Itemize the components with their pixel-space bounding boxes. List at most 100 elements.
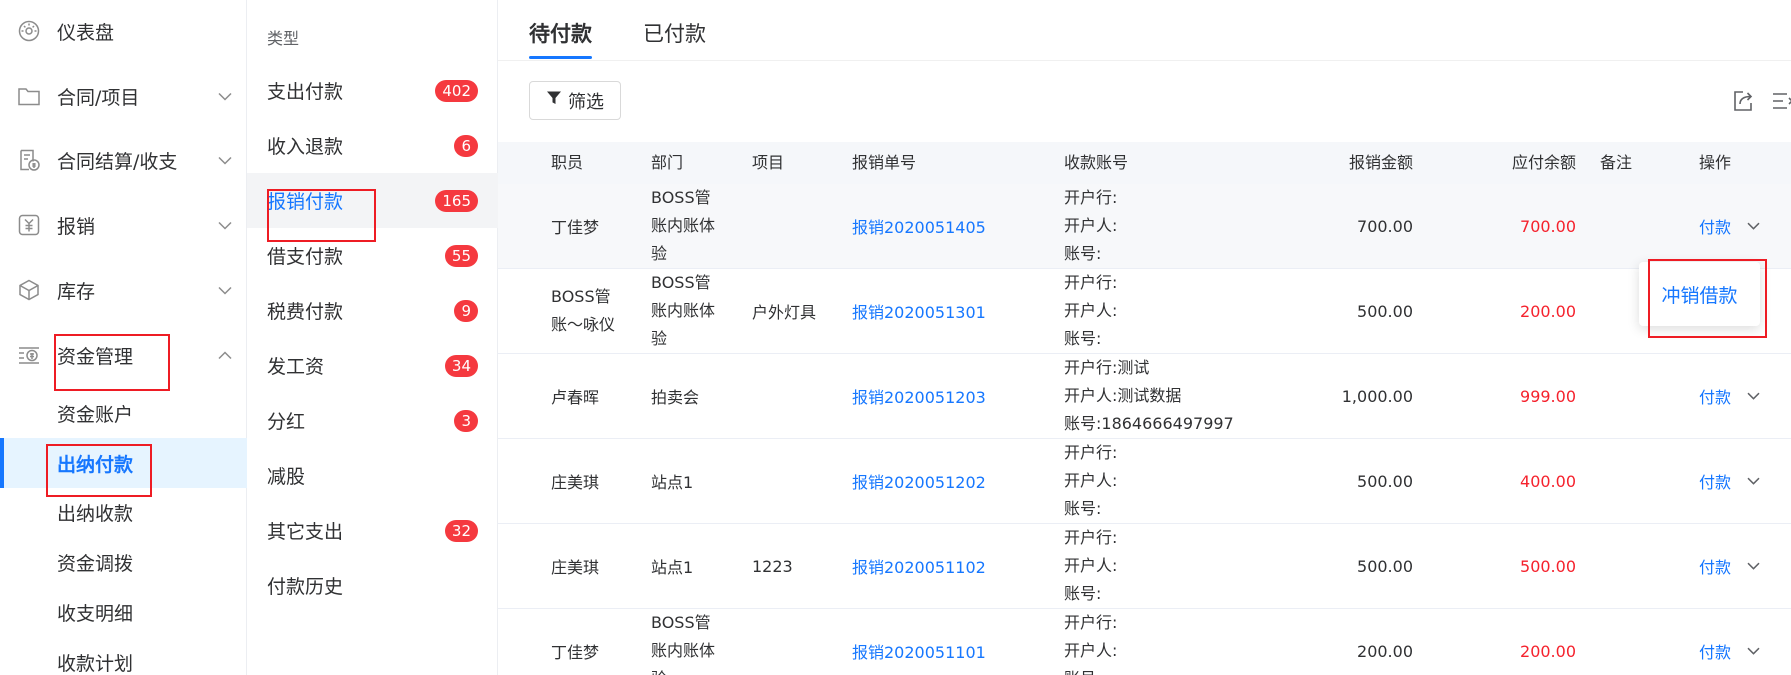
type-item-refund[interactable]: 收入退款 6 xyxy=(247,118,498,173)
type-item-history[interactable]: 付款历史 xyxy=(247,558,498,613)
cell-line: 开户人: xyxy=(1064,556,1118,575)
type-item-label: 借支付款 xyxy=(267,246,344,268)
column-settings-icon[interactable] xyxy=(1770,88,1791,114)
cell-line: 账号: xyxy=(1064,665,1117,675)
sidebar-item-dashboard[interactable]: 仪表盘 xyxy=(0,11,247,51)
cell-dept: BOSS管 账内账体 验 xyxy=(651,269,715,353)
cell-amount: 1,000.00 xyxy=(1341,386,1413,406)
order-link[interactable]: 报销2020051203 xyxy=(852,354,986,438)
cell-amount: 200.00 xyxy=(1357,641,1413,661)
pay-button[interactable]: 付款 xyxy=(1699,609,1731,675)
cell-line: 开户人: xyxy=(1064,216,1118,235)
sidebar-item-reimburse[interactable]: 报销 xyxy=(0,205,247,245)
header-staff: 职员 xyxy=(551,153,584,172)
money-icon xyxy=(16,342,42,368)
chevron-down-icon[interactable] xyxy=(1747,439,1760,523)
type-item-reimbursement[interactable]: 报销付款 165 xyxy=(247,173,498,228)
order-link[interactable]: 报销2020051301 xyxy=(852,269,986,353)
cell-line: 开户行: xyxy=(1064,188,1118,207)
sidebar-item-label: 仪表盘 xyxy=(57,21,115,44)
action-dropdown: 冲销借款 xyxy=(1639,262,1760,326)
cell-line: 账内账体 xyxy=(651,641,716,660)
header-note: 备注 xyxy=(1600,153,1633,172)
type-item-label: 收入退款 xyxy=(267,136,344,158)
order-link[interactable]: 报销2020051101 xyxy=(852,609,986,675)
header-due: 应付余额 xyxy=(1511,153,1576,172)
sidebar-item-funds[interactable]: 资金管理 xyxy=(0,335,247,375)
cell-line: 账～咏仪 xyxy=(551,315,616,334)
tab-pending[interactable]: 待付款 xyxy=(529,18,592,48)
cell-line: 账号: xyxy=(1064,499,1102,518)
cell-account: 开户行: 开户人: 账号: xyxy=(1064,184,1117,268)
cell-line: 账号:1864666497997 xyxy=(1064,414,1234,433)
table-row[interactable]: 丁佳梦 BOSS管 账内账体 验 报销2020051101 开户行: 开户人: … xyxy=(498,609,1791,675)
type-item-other[interactable]: 其它支出 32 xyxy=(247,503,498,558)
sidebar-subitem-cashier-receipt[interactable]: 出纳收款 xyxy=(0,487,247,537)
pay-button[interactable]: 付款 xyxy=(1699,439,1731,523)
type-item-expense[interactable]: 支出付款 402 xyxy=(247,63,498,118)
type-item-dividend[interactable]: 分红 3 xyxy=(247,393,498,448)
type-item-tax[interactable]: 税费付款 9 xyxy=(247,283,498,338)
sidebar-item-settlement[interactable]: 合同结算/收支 xyxy=(0,140,247,180)
chevron-down-icon[interactable] xyxy=(1747,184,1760,268)
sidebar-subitem-fund-account[interactable]: 资金账户 xyxy=(0,388,247,438)
cell-staff: 丁佳梦 xyxy=(551,218,600,237)
sidebar-subitem-cashier-payment[interactable]: 出纳付款 xyxy=(0,438,247,488)
type-item-label: 付款历史 xyxy=(267,576,344,598)
order-link[interactable]: 报销2020051405 xyxy=(852,184,986,268)
sidebar-subitem-detail[interactable]: 收支明细 xyxy=(0,587,247,637)
filter-icon xyxy=(546,90,562,111)
chevron-down-icon[interactable] xyxy=(1747,354,1760,438)
count-badge: 165 xyxy=(435,189,478,212)
type-item-loan[interactable]: 借支付款 55 xyxy=(247,228,498,283)
sidebar-subitem-fund-transfer[interactable]: 资金调拨 xyxy=(0,537,247,587)
type-item-share-reduction[interactable]: 减股 xyxy=(247,448,498,503)
order-link[interactable]: 报销2020051202 xyxy=(852,439,986,523)
cell-line: BOSS管 xyxy=(651,273,711,292)
type-item-label: 其它支出 xyxy=(267,521,344,543)
pay-button[interactable]: 付款 xyxy=(1699,354,1731,438)
cell-line: 开户行: xyxy=(1064,443,1118,462)
type-item-label: 报销付款 xyxy=(267,191,344,213)
table-row[interactable]: 庄美琪 站点1 报销2020051202 开户行: 开户人: 账号: 500.0… xyxy=(498,439,1791,524)
chevron-down-icon[interactable] xyxy=(1747,524,1760,608)
order-link[interactable]: 报销2020051102 xyxy=(852,524,986,608)
header-amount: 报销金额 xyxy=(1348,153,1413,172)
cell-dept: 站点1 xyxy=(651,558,694,577)
cell-due: 400.00 xyxy=(1520,471,1576,491)
sidebar-item-label: 报销 xyxy=(57,215,96,238)
cell-line: 开户人: xyxy=(1064,641,1118,660)
header-order: 报销单号 xyxy=(852,153,917,172)
writeoff-loan-option[interactable]: 冲销借款 xyxy=(1661,281,1737,308)
cell-due: 200.00 xyxy=(1520,641,1576,661)
filter-button[interactable]: 筛选 xyxy=(529,81,621,120)
cell-dept: 站点1 xyxy=(651,473,694,492)
cell-line: 开户人: xyxy=(1064,471,1118,490)
sidebar: 仪表盘 合同/项目 合同结算/收支 报销 库存 资金管理 资金账户 出纳付款 出… xyxy=(0,0,247,675)
sidebar-item-label: 合同/项目 xyxy=(57,86,140,109)
sidebar-item-inventory[interactable]: 库存 xyxy=(0,270,247,310)
pay-button[interactable]: 付款 xyxy=(1699,184,1731,268)
table-row[interactable]: BOSS管 账～咏仪 BOSS管 账内账体 验 户外灯具 报销202005130… xyxy=(498,269,1791,354)
cell-account: 开户行:测试 开户人:测试数据 账号:1864666497997 xyxy=(1064,354,1234,438)
type-item-salary[interactable]: 发工资 34 xyxy=(247,338,498,393)
cell-account: 开户行: 开户人: 账号: xyxy=(1064,524,1117,608)
type-item-label: 支出付款 xyxy=(267,81,344,103)
table-row[interactable]: 丁佳梦 BOSS管 账内账体 验 报销2020051405 开户行: 开户人: … xyxy=(498,184,1791,269)
folder-icon xyxy=(16,83,42,109)
pay-button[interactable]: 付款 xyxy=(1699,524,1731,608)
tabs-divider xyxy=(498,60,1791,61)
sidebar-item-contracts[interactable]: 合同/项目 xyxy=(0,76,247,116)
table-row[interactable]: 庄美琪 站点1 1223 报销2020051102 开户行: 开户人: 账号: … xyxy=(498,524,1791,609)
header-action: 操作 xyxy=(1699,153,1732,172)
sidebar-subitem-receipt-plan[interactable]: 收款计划 xyxy=(0,637,247,675)
table-row[interactable]: 卢春晖 拍卖会 报销2020051203 开户行:测试 开户人:测试数据 账号:… xyxy=(498,354,1791,439)
cell-due: 500.00 xyxy=(1520,556,1576,576)
header-project: 项目 xyxy=(752,153,785,172)
tab-paid[interactable]: 已付款 xyxy=(643,18,706,48)
cell-line: 验 xyxy=(651,665,715,675)
chevron-down-icon[interactable] xyxy=(1747,609,1760,675)
export-icon[interactable] xyxy=(1730,88,1756,114)
cell-account: 开户行: 开户人: 账号: xyxy=(1064,609,1117,675)
reimburse-icon xyxy=(16,212,42,238)
